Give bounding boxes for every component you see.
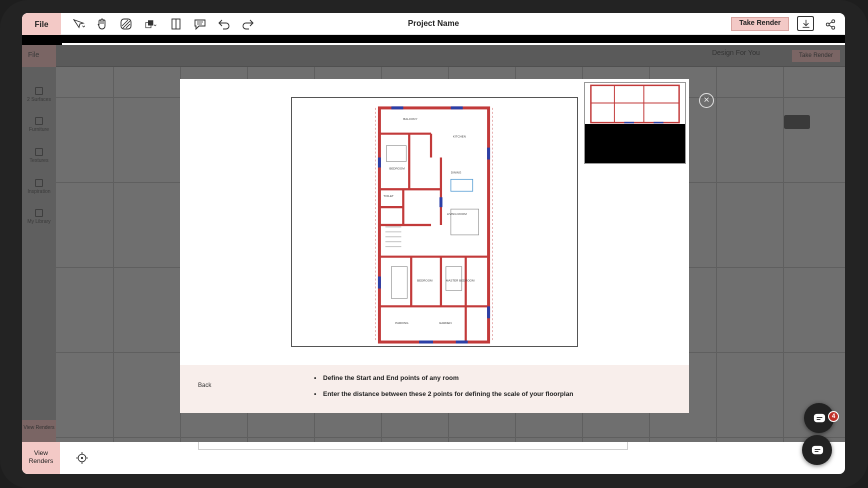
thumbnail-plan-icon	[590, 84, 680, 124]
room-label: KITCHEN	[453, 135, 466, 139]
ghost-file-button: File	[22, 45, 56, 67]
ghost-view-renders: View Renders	[22, 420, 56, 442]
ghost-sidebar-item: Furniture	[22, 117, 56, 133]
bottom-bar: View Renders	[22, 442, 845, 474]
room-label: LIVING ROOM	[447, 212, 467, 216]
ghost-sidebar: 2 Surfaces Furniture Textures Inspiratio…	[22, 67, 56, 442]
ghost-brand-label: Design For You	[712, 50, 760, 57]
secondary-bar	[22, 35, 845, 46]
device-frame: File Project Name Take Render File Desig…	[0, 0, 868, 488]
ghost-toolbar: File Design For You Take Render	[22, 45, 845, 67]
layers-tool-icon[interactable]	[141, 17, 161, 31]
library-icon	[35, 209, 43, 217]
floorplan-drawing: BALCONY KITCHEN BEDROOM TOILET LIVING RO…	[375, 106, 493, 344]
surfaces-icon	[35, 87, 43, 95]
floorplan-thumbnail[interactable]	[584, 82, 686, 164]
share-icon[interactable]	[823, 17, 837, 31]
comment-icon[interactable]	[193, 17, 207, 31]
recenter-icon[interactable]	[74, 450, 90, 466]
inspiration-icon	[35, 179, 43, 187]
modal-footer: Back Define the Start and End points of …	[180, 365, 689, 413]
bottom-input-box	[198, 442, 628, 450]
room-label: BEDROOM	[417, 279, 433, 283]
room-label: BALCONY	[403, 117, 417, 121]
room-label: TOILET	[383, 194, 394, 198]
view-renders-button[interactable]: View Renders	[22, 442, 60, 474]
floorplan-image[interactable]: BALCONY KITCHEN BEDROOM TOILET LIVING RO…	[291, 97, 578, 347]
undo-icon[interactable]	[217, 17, 231, 31]
chat-icon-secondary[interactable]	[802, 435, 832, 465]
chat-badge: 4	[828, 411, 839, 422]
room-label: BEDROOM	[389, 166, 405, 170]
instruction-list: Define the Start and End points of any r…	[314, 375, 674, 407]
ghost-2d-toggle	[784, 115, 810, 129]
hand-pan-icon[interactable]	[95, 17, 109, 31]
ghost-sidebar-item: 2 Surfaces	[22, 87, 56, 103]
door-tool-icon[interactable]	[169, 17, 183, 31]
ghost-take-render: Take Render	[792, 50, 840, 62]
furniture-icon	[35, 117, 43, 125]
redo-icon[interactable]	[241, 17, 255, 31]
select-tool-icon[interactable]	[70, 17, 88, 31]
project-name[interactable]: Project Name	[362, 13, 505, 35]
textures-icon	[35, 148, 43, 156]
thumbnail-viewport	[585, 124, 685, 163]
ghost-sidebar-item: Textures	[22, 148, 56, 164]
ghost-sidebar-item: My Library	[22, 209, 56, 225]
file-menu-button[interactable]: File	[22, 13, 61, 35]
take-render-button[interactable]: Take Render	[731, 17, 789, 31]
room-label: DINING	[451, 170, 462, 174]
room-label: MASTER BEDROOM	[446, 279, 475, 283]
app-screen: File Project Name Take Render File Desig…	[22, 13, 845, 474]
close-icon[interactable]: ×	[699, 93, 714, 108]
download-icon[interactable]	[797, 16, 814, 31]
room-label: GARDEN	[439, 321, 452, 325]
room-label: PARKING	[395, 321, 409, 325]
ghost-sidebar-item: Inspiration	[22, 179, 56, 195]
instruction-item: Define the Start and End points of any r…	[314, 375, 674, 382]
instruction-item: Enter the distance between these 2 point…	[314, 391, 674, 398]
hatch-tool-icon[interactable]	[119, 17, 133, 31]
top-toolbar: File Project Name Take Render	[22, 13, 845, 35]
back-button[interactable]: Back	[198, 383, 211, 389]
